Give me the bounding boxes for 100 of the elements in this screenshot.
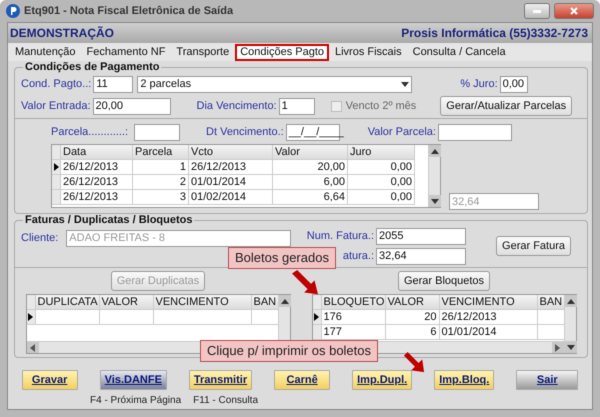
row-header[interactable] xyxy=(52,160,61,175)
total-field: 32,64 xyxy=(449,193,539,210)
table-cell: 26/12/2013 xyxy=(189,160,273,175)
current-row-icon xyxy=(314,313,319,321)
scroll-left-icon[interactable] xyxy=(30,344,35,352)
field-label: Dt Vencimento.: xyxy=(206,126,285,138)
field-label: Valor Entrada: xyxy=(21,100,92,112)
tab[interactable]: Fechamento NF xyxy=(82,44,170,61)
table-cell: 176 xyxy=(322,310,386,325)
row-header xyxy=(26,295,36,310)
table-cell: 0,00 xyxy=(348,160,415,175)
close-button[interactable] xyxy=(554,3,594,19)
table-cell: 1 xyxy=(133,160,189,175)
dropdown[interactable]: 2 parcelas xyxy=(137,76,412,92)
tab[interactable]: Manutenção xyxy=(10,44,81,61)
group-title: Faturas / Duplicatas / Bloquetos xyxy=(24,214,194,226)
input-field[interactable]: 1 xyxy=(278,98,315,114)
field-label: Dia Vencimento: xyxy=(196,100,278,112)
table-cell: 0,00 xyxy=(348,190,415,205)
column-header[interactable]: VENCIMENTO xyxy=(440,295,538,310)
arrow-icon xyxy=(290,270,320,296)
current-row-icon xyxy=(54,163,58,171)
column-header[interactable]: Vcto xyxy=(189,145,273,160)
table-cell: 01/02/2014 xyxy=(189,190,273,205)
current-row-icon xyxy=(28,313,33,321)
scroll-down-icon[interactable] xyxy=(566,344,574,350)
checkbox-label: Vencto 2º mês xyxy=(346,100,418,112)
column-header[interactable]: BAN xyxy=(252,295,278,310)
action-button[interactable]: Carnê xyxy=(274,370,330,390)
field-label: % Juro: xyxy=(460,78,499,90)
field-label: Num. Fatura.: xyxy=(306,230,376,242)
action-button[interactable]: Sair xyxy=(516,370,578,390)
row-header[interactable] xyxy=(26,310,36,325)
generate-button[interactable]: Gerar Bloquetos xyxy=(398,271,490,291)
tab[interactable]: Livros Fiscais xyxy=(330,44,407,61)
tab[interactable]: Consulta / Cancela xyxy=(408,44,511,61)
column-header[interactable]: Juro xyxy=(348,145,415,160)
scroll-up-icon[interactable] xyxy=(431,148,439,154)
callout-tooltip: Boletos gerados xyxy=(228,247,336,269)
table-cell: 01/01/2014 xyxy=(189,175,273,190)
row-header[interactable] xyxy=(312,310,322,325)
field-label: atura.: xyxy=(342,250,376,262)
table-cell: 20,00 xyxy=(273,160,348,175)
table-cell: 0,00 xyxy=(348,175,415,190)
minimize-button[interactable] xyxy=(524,3,550,19)
scroll-down-icon[interactable] xyxy=(431,198,439,204)
column-header[interactable]: BAN xyxy=(538,295,564,310)
row-header xyxy=(52,145,61,160)
data-grid[interactable]: Data Parcela Vcto Valor Juro 26/12/2013 1 26/12/2013 20,00 0,00 26/12/2013 2 01/01/2014 6,00 0,00 26/12/2013 3 01/02/2014 6,64 0,00 xyxy=(51,144,441,208)
action-button[interactable]: Transmitir xyxy=(188,370,252,390)
window-title: Etq901 - Nota Fiscal Eletrônica de Saída xyxy=(24,5,234,17)
client-field: ADAO FREITAS - 8 xyxy=(66,230,292,246)
column-header[interactable]: VENCIMENTO xyxy=(154,295,252,310)
field-label: Cliente: xyxy=(21,232,60,244)
table-cell: 01/01/2014 xyxy=(440,325,538,340)
dropdown-caret-icon xyxy=(401,82,410,86)
table-cell: 6,00 xyxy=(273,175,348,190)
table-cell: 3 xyxy=(133,190,189,205)
column-header[interactable]: VALOR xyxy=(100,295,154,310)
table-cell: 20 xyxy=(386,310,440,325)
scroll-right-icon[interactable] xyxy=(555,344,560,352)
contact-info: Prosis Informática (55)3332-7273 xyxy=(401,26,588,40)
table-cell: 6 xyxy=(386,325,440,340)
generate-installments-button[interactable]: Gerar/Atualizar Parcelas xyxy=(440,96,572,116)
table-cell: 6,64 xyxy=(273,190,348,205)
column-header[interactable]: Valor xyxy=(273,145,348,160)
input-field[interactable]: 0,00 xyxy=(500,76,528,92)
input-field[interactable]: 32,64 xyxy=(376,248,466,264)
action-button[interactable]: Imp.Dupl. xyxy=(352,370,412,390)
tab[interactable]: Condições Pagto xyxy=(235,44,329,61)
row-header xyxy=(312,295,322,310)
column-header[interactable]: Parcela xyxy=(133,145,189,160)
column-header[interactable]: Data xyxy=(61,145,133,160)
action-button[interactable]: Gravar xyxy=(22,370,78,390)
table-cell: 26/12/2013 xyxy=(61,190,133,205)
input-field[interactable]: 11 xyxy=(93,76,134,92)
callout-tooltip: Clique p/ imprimir os boletos xyxy=(200,340,378,362)
scroll-up-icon[interactable] xyxy=(280,298,288,304)
action-button[interactable]: Imp.Bloq. xyxy=(434,370,494,390)
scroll-up-icon[interactable] xyxy=(566,298,574,304)
column-header[interactable]: DUPLICATA xyxy=(36,295,100,310)
table-cell: 2 xyxy=(133,175,189,190)
input-field[interactable] xyxy=(134,124,180,140)
column-header[interactable]: BLOQUETO xyxy=(322,295,386,310)
table-cell: 177 xyxy=(322,325,386,340)
action-button[interactable]: Vis.DANFE xyxy=(100,370,167,390)
input-field[interactable]: 20,00 xyxy=(92,98,171,114)
generate-invoice-button[interactable]: Gerar Fatura xyxy=(496,236,571,256)
shortcut-hint: F11 - Consulta xyxy=(193,395,258,406)
arrow-icon xyxy=(402,352,426,374)
column-header[interactable]: VALOR xyxy=(386,295,440,310)
field-label: Valor Parcela: xyxy=(368,126,437,138)
table-cell: 26/12/2013 xyxy=(61,175,133,190)
input-field[interactable] xyxy=(438,124,512,140)
company-name: DEMONSTRAÇÃO xyxy=(10,26,114,40)
tab[interactable]: Transporte xyxy=(171,44,234,61)
field-label: Cond. Pagto..: xyxy=(21,78,92,90)
input-field[interactable]: 2055 xyxy=(376,228,466,244)
field-label: Parcela............: xyxy=(51,126,130,138)
table-cell: 26/12/2013 xyxy=(440,310,538,325)
